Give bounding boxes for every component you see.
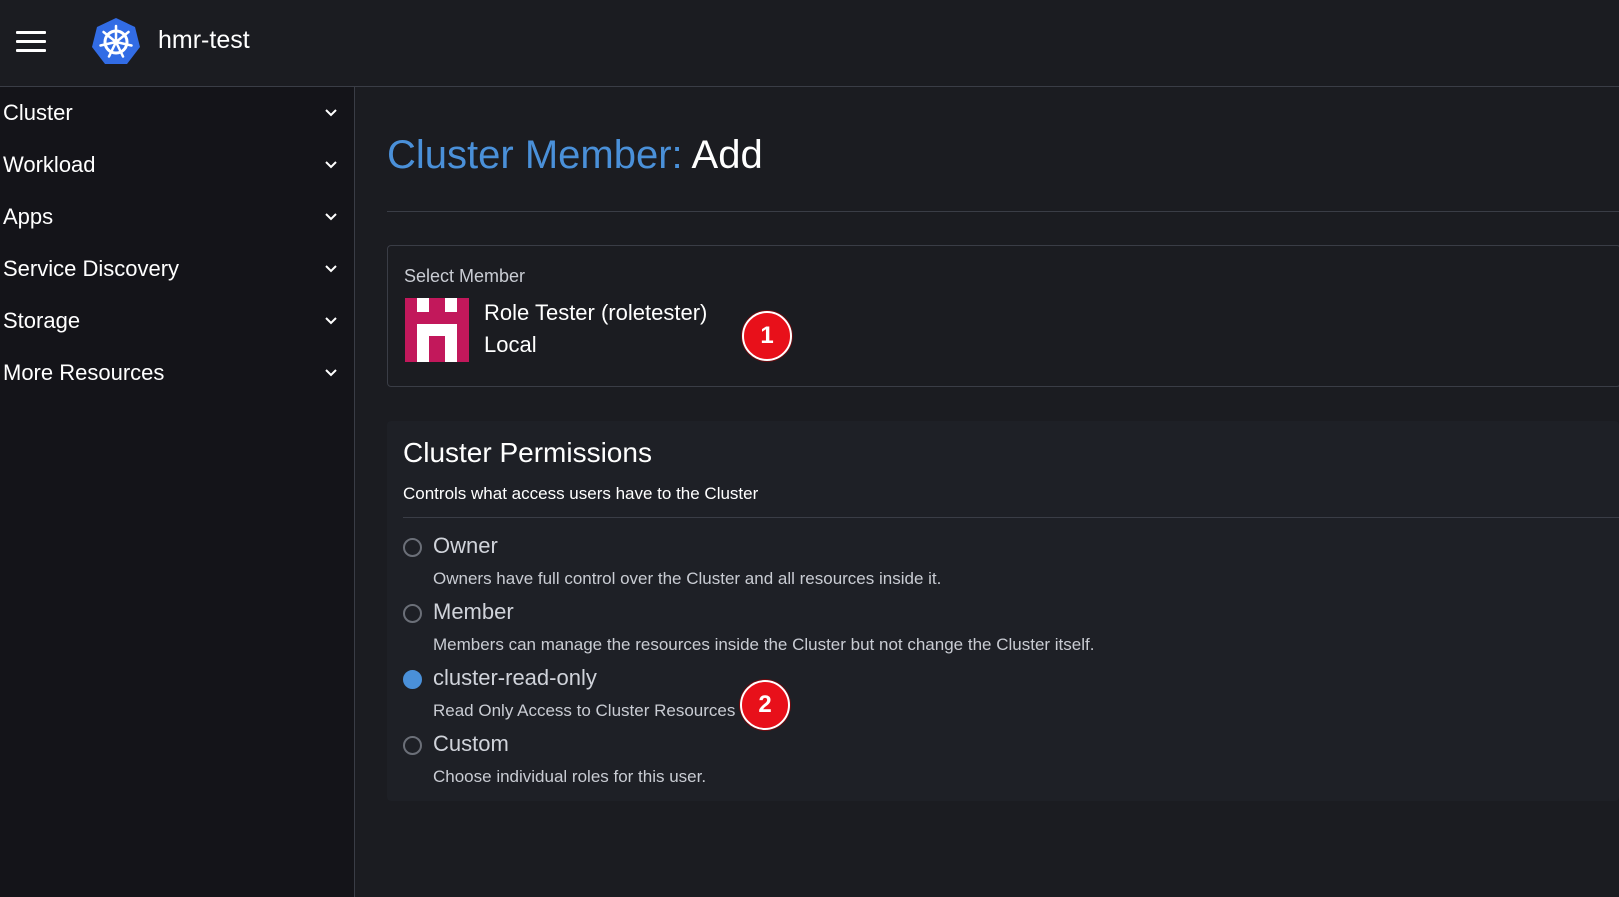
top-bar: hmr-test xyxy=(0,0,1619,87)
divider xyxy=(403,517,1619,518)
radio-button[interactable] xyxy=(403,736,422,755)
sidebar-item-service-discovery[interactable]: Service Discovery xyxy=(0,243,354,295)
option-description: Read Only Access to Cluster Resources xyxy=(433,701,736,720)
permission-option-custom[interactable]: Custom Choose individual roles for this … xyxy=(403,731,1163,791)
sidebar-item-more-resources[interactable]: More Resources xyxy=(0,347,354,399)
chevron-down-icon xyxy=(325,213,337,221)
sidebar-item-label: More Resources xyxy=(3,360,165,385)
member-provider: Local xyxy=(484,332,537,357)
sidebar-item-apps[interactable]: Apps xyxy=(0,191,354,243)
page-title-suffix: Add xyxy=(691,133,763,177)
option-description: Members can manage the resources inside … xyxy=(433,635,1095,654)
sidebar-item-label: Service Discovery xyxy=(3,256,180,281)
member-selector[interactable]: Select Member Role Tester (roletester) L… xyxy=(387,245,1619,387)
radio-button[interactable] xyxy=(403,538,422,557)
chevron-down-icon xyxy=(325,317,337,325)
hamburger-menu-icon[interactable] xyxy=(16,31,46,53)
option-label: Member xyxy=(433,599,514,624)
sidebar-item-label: Cluster xyxy=(3,100,73,125)
main-content: Cluster Member: Add Select Member Role T… xyxy=(355,87,1619,897)
sidebar-item-cluster[interactable]: Cluster xyxy=(0,87,354,139)
page-title: Cluster Member: Add xyxy=(387,133,763,178)
option-label: cluster-read-only xyxy=(433,665,597,690)
radio-button-selected[interactable] xyxy=(403,670,422,689)
chevron-down-icon xyxy=(325,265,337,273)
annotation-badge-1: 1 xyxy=(742,311,792,361)
divider xyxy=(387,211,1619,212)
option-label: Custom xyxy=(433,731,509,756)
option-description: Choose individual roles for this user. xyxy=(433,767,707,786)
option-description: Owners have full control over the Cluste… xyxy=(433,569,942,588)
cluster-permissions-panel: Cluster Permissions Controls what access… xyxy=(387,421,1619,801)
permissions-subtitle: Controls what access users have to the C… xyxy=(403,484,759,503)
option-label: Owner xyxy=(433,533,498,558)
kubernetes-logo-icon xyxy=(92,18,140,64)
permission-option-member[interactable]: Member Members can manage the resources … xyxy=(403,599,1163,659)
chevron-down-icon xyxy=(325,109,337,117)
chevron-down-icon xyxy=(325,161,337,169)
avatar xyxy=(405,298,469,362)
member-section-label: Select Member xyxy=(404,266,526,286)
sidebar-item-workload[interactable]: Workload xyxy=(0,139,354,191)
sidebar-item-storage[interactable]: Storage xyxy=(0,295,354,347)
page-title-prefix: Cluster Member: xyxy=(387,133,683,177)
permission-option-owner[interactable]: Owner Owners have full control over the … xyxy=(403,533,1163,593)
permissions-title: Cluster Permissions xyxy=(403,437,652,468)
annotation-badge-2: 2 xyxy=(740,680,790,730)
sidebar-item-label: Storage xyxy=(3,308,81,333)
cluster-name[interactable]: hmr-test xyxy=(158,26,250,55)
sidebar: Cluster Workload Apps Service Discovery … xyxy=(0,87,355,897)
sidebar-item-label: Workload xyxy=(3,152,96,177)
chevron-down-icon xyxy=(325,369,337,377)
member-name: Role Tester (roletester) xyxy=(484,300,708,325)
radio-button[interactable] xyxy=(403,604,422,623)
sidebar-item-label: Apps xyxy=(3,204,54,229)
